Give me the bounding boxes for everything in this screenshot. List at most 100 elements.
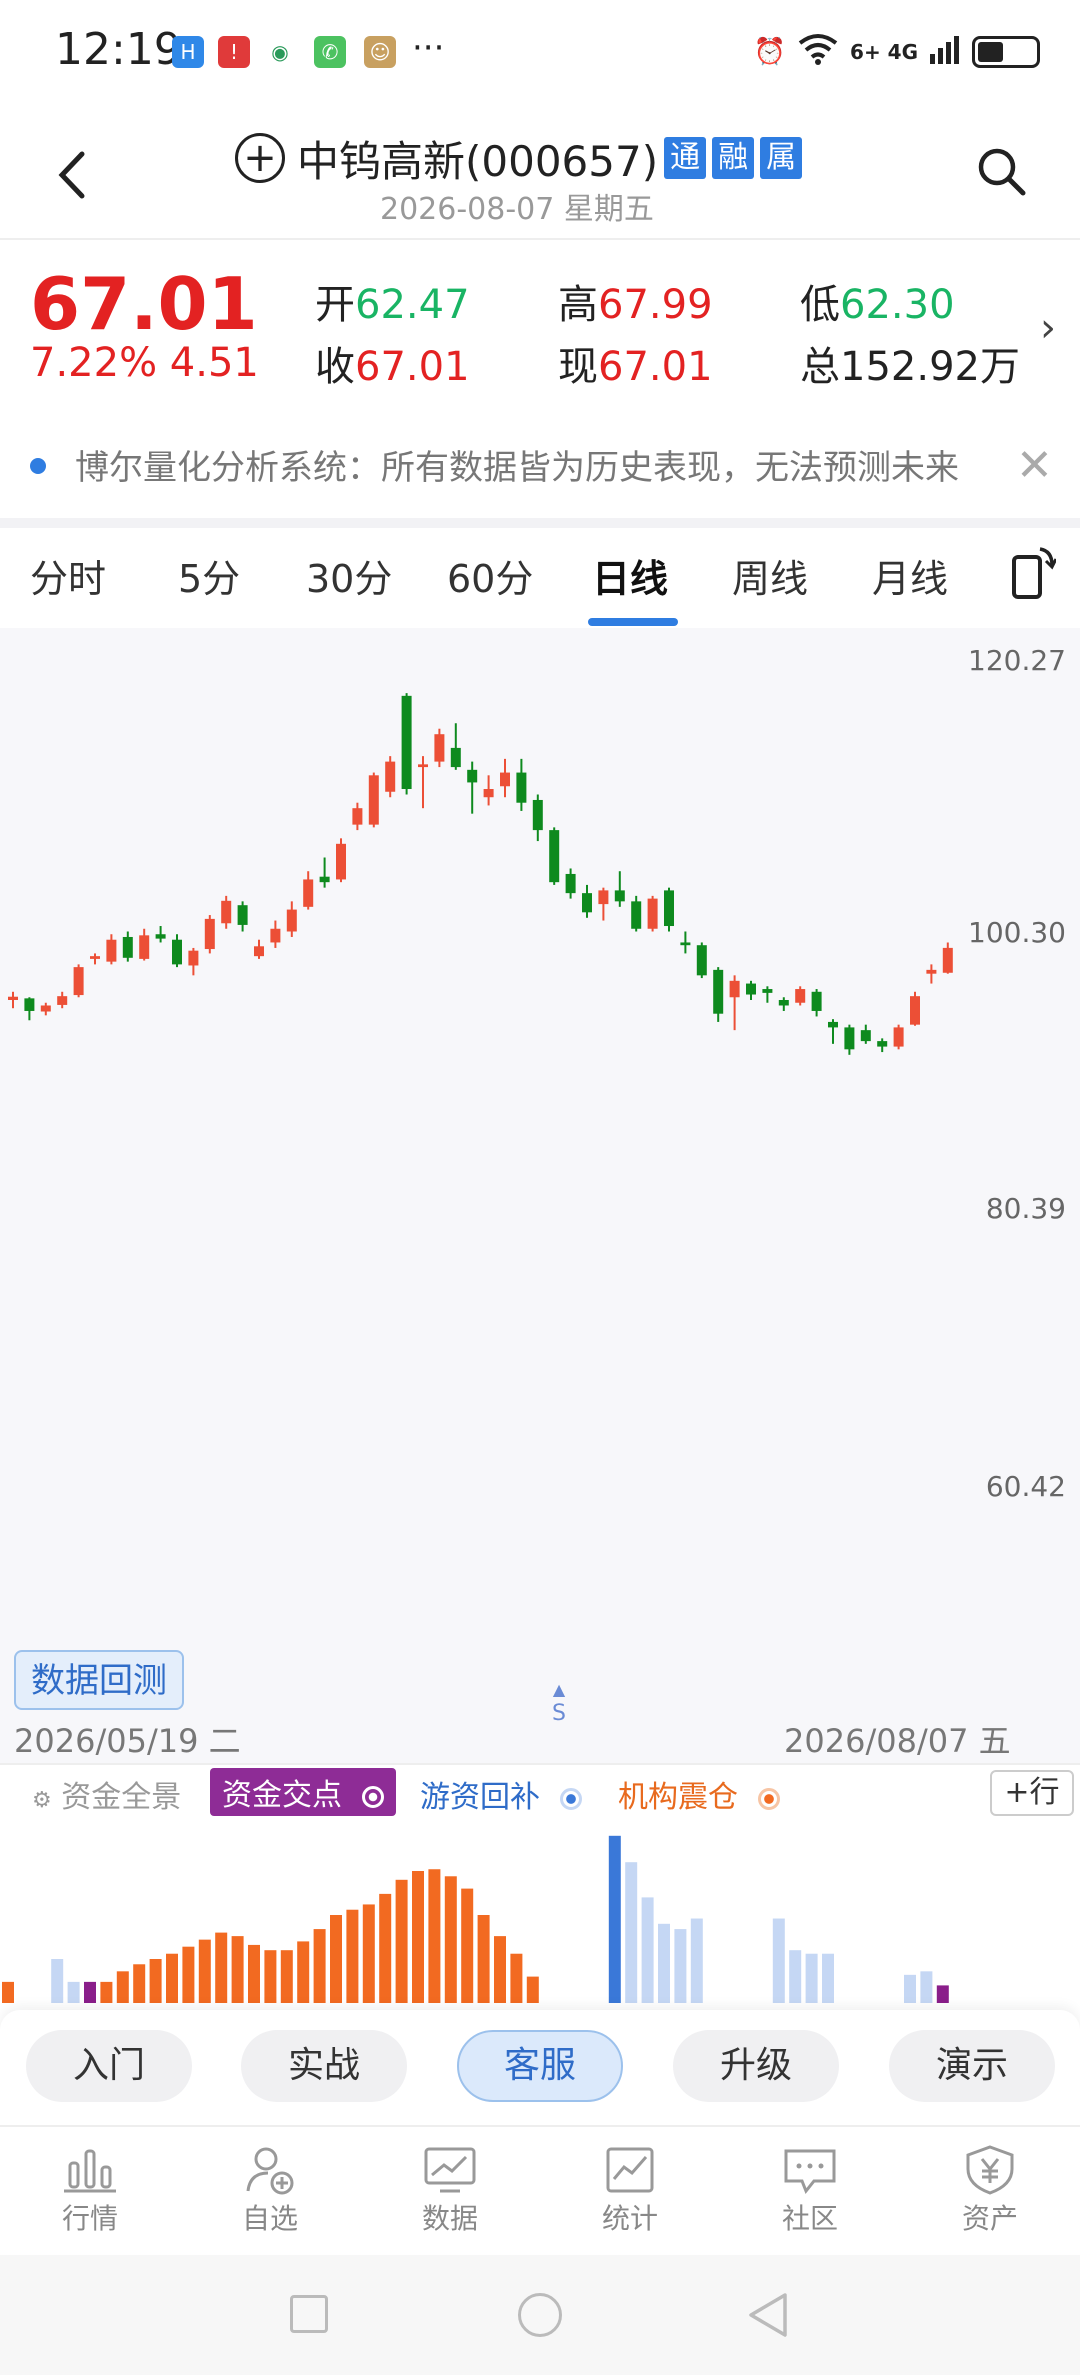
alarm-icon: ⏰: [753, 37, 787, 67]
quote-now: 现67.01: [558, 334, 713, 392]
close-icon[interactable]: ✕: [1016, 440, 1053, 491]
quote-value: 67.01: [355, 344, 470, 390]
action-service-button[interactable]: 客服: [457, 2030, 623, 2102]
quote-label: 收: [315, 344, 355, 390]
candle-body: [778, 1000, 789, 1006]
kline-chart-area[interactable]: [0, 628, 1080, 1763]
shield-yen-icon: [966, 2145, 1014, 2195]
indicator-hot-money[interactable]: 游资回补: [420, 1772, 582, 1816]
nav-market[interactable]: 行情: [30, 2145, 150, 2237]
tab-daily[interactable]: 日线: [592, 548, 668, 603]
signal-marker: ▲ S: [552, 1678, 566, 1726]
nav-community[interactable]: 社区: [750, 2145, 870, 2237]
back-triangle-icon[interactable]: [745, 2291, 789, 2343]
nav-data[interactable]: 数据: [390, 2145, 510, 2237]
quote-value: 62.30: [840, 282, 955, 328]
candle-body: [467, 769, 478, 783]
action-demo-button[interactable]: 演示: [889, 2030, 1055, 2102]
tab-5min[interactable]: 5分: [178, 548, 240, 603]
candle-body: [893, 1027, 904, 1047]
add-row-button[interactable]: +行: [990, 1770, 1074, 1816]
indicator-institution[interactable]: 机构震仓: [618, 1772, 780, 1816]
indicator-bar: [215, 1932, 228, 2003]
candlestick-chart[interactable]: [0, 628, 980, 1628]
candle-body: [483, 789, 494, 798]
candle-body: [57, 996, 68, 1005]
indicator-bar: [84, 1981, 96, 2003]
indicator-bar: [805, 1953, 818, 2003]
nav-label: 资产: [961, 2202, 1018, 2235]
candle-body: [614, 890, 625, 902]
nav-watchlist[interactable]: 自选: [210, 2145, 330, 2237]
candle-body: [303, 879, 314, 907]
indicator-bar: [198, 1939, 211, 2003]
indicator-bar: [822, 1953, 834, 2003]
action-practice-button[interactable]: 实战: [241, 2030, 407, 2102]
monitor-chart-icon: [424, 2147, 476, 2193]
indicator-bar: [2, 1981, 14, 2003]
indicator-bar: [67, 1981, 80, 2003]
indicator-bar: [658, 1923, 670, 2003]
tag-tong[interactable]: 通: [664, 137, 707, 179]
search-button[interactable]: [975, 145, 1027, 197]
search-icon: [978, 148, 1026, 196]
bottom-nav: [0, 2125, 1080, 2257]
candle-body: [24, 998, 35, 1011]
nav-label: 自选: [241, 2202, 298, 2235]
action-intro-button[interactable]: 入门: [26, 2030, 192, 2102]
candle-body: [549, 830, 560, 883]
nav-label: 统计: [601, 2202, 658, 2235]
action-upgrade-button[interactable]: 升级: [673, 2030, 839, 2102]
indicator-bar: [608, 1835, 621, 2003]
candle-body: [565, 873, 576, 894]
quote-value: 152.92万: [840, 344, 1020, 390]
tab-weekly[interactable]: 周线: [732, 548, 808, 603]
tab-30min[interactable]: 30分: [306, 548, 392, 603]
quote-value: 62.47: [355, 282, 470, 328]
title-bar: + 中钨高新(000657) 通 融 属: [235, 128, 803, 188]
indicator-capital-cross[interactable]: 资金交点: [210, 1768, 396, 1816]
nav-assets[interactable]: 资产: [930, 2145, 1050, 2237]
candle-body: [188, 950, 199, 966]
chevron-right-icon[interactable]: ›: [1040, 305, 1056, 351]
backtest-button[interactable]: 数据回测: [14, 1650, 184, 1710]
tab-monthly[interactable]: 月线: [872, 548, 948, 603]
candle-body: [680, 942, 691, 946]
candle-body: [319, 876, 330, 883]
tag-rong[interactable]: 融: [712, 137, 755, 179]
candle-body: [746, 983, 756, 995]
gear-icon: ⚙: [32, 1788, 52, 1813]
end-date-label: 2026/08/07 五: [784, 1722, 1011, 1760]
rotate-screen-icon[interactable]: [1010, 545, 1058, 601]
chevron-left-icon: [58, 151, 85, 199]
indicator-bar: [461, 1888, 474, 2003]
indicator-bar: [625, 1862, 638, 2003]
tag-shu[interactable]: 属: [760, 137, 803, 179]
quote-high: 高67.99: [558, 272, 713, 330]
home-icon[interactable]: [518, 2293, 562, 2337]
candle-body: [450, 747, 461, 768]
indicator-overview[interactable]: ⚙ 资金全景: [32, 1772, 181, 1816]
indicator-bar: [904, 1974, 916, 2003]
nav-label: 行情: [61, 2202, 118, 2235]
app-icon-blue: H: [172, 36, 204, 68]
price-change: 7.22% 4.51: [30, 340, 259, 386]
radio-icon: [361, 1785, 384, 1808]
indicator-bar: [379, 1893, 392, 2003]
add-watchlist-icon[interactable]: +: [235, 133, 285, 183]
tab-60min[interactable]: 60分: [447, 548, 533, 603]
indicator-chart-area[interactable]: [0, 1819, 1080, 2005]
indicator-bar: [116, 1971, 129, 2003]
y-tick-label: 100.30: [968, 916, 1066, 949]
tab-fenshi[interactable]: 分时: [30, 548, 106, 603]
candle-body: [270, 928, 281, 943]
nav-statistics[interactable]: 统计: [570, 2145, 690, 2237]
indicator-bar: [280, 1950, 293, 2003]
back-button[interactable]: [48, 140, 98, 210]
candle-body: [352, 808, 363, 825]
recent-apps-icon[interactable]: [290, 2295, 328, 2333]
chat-icon: [784, 2149, 836, 2194]
quote-value: 67.01: [598, 344, 713, 390]
phone-icon: ✆: [314, 36, 346, 68]
candle-body: [729, 980, 740, 998]
